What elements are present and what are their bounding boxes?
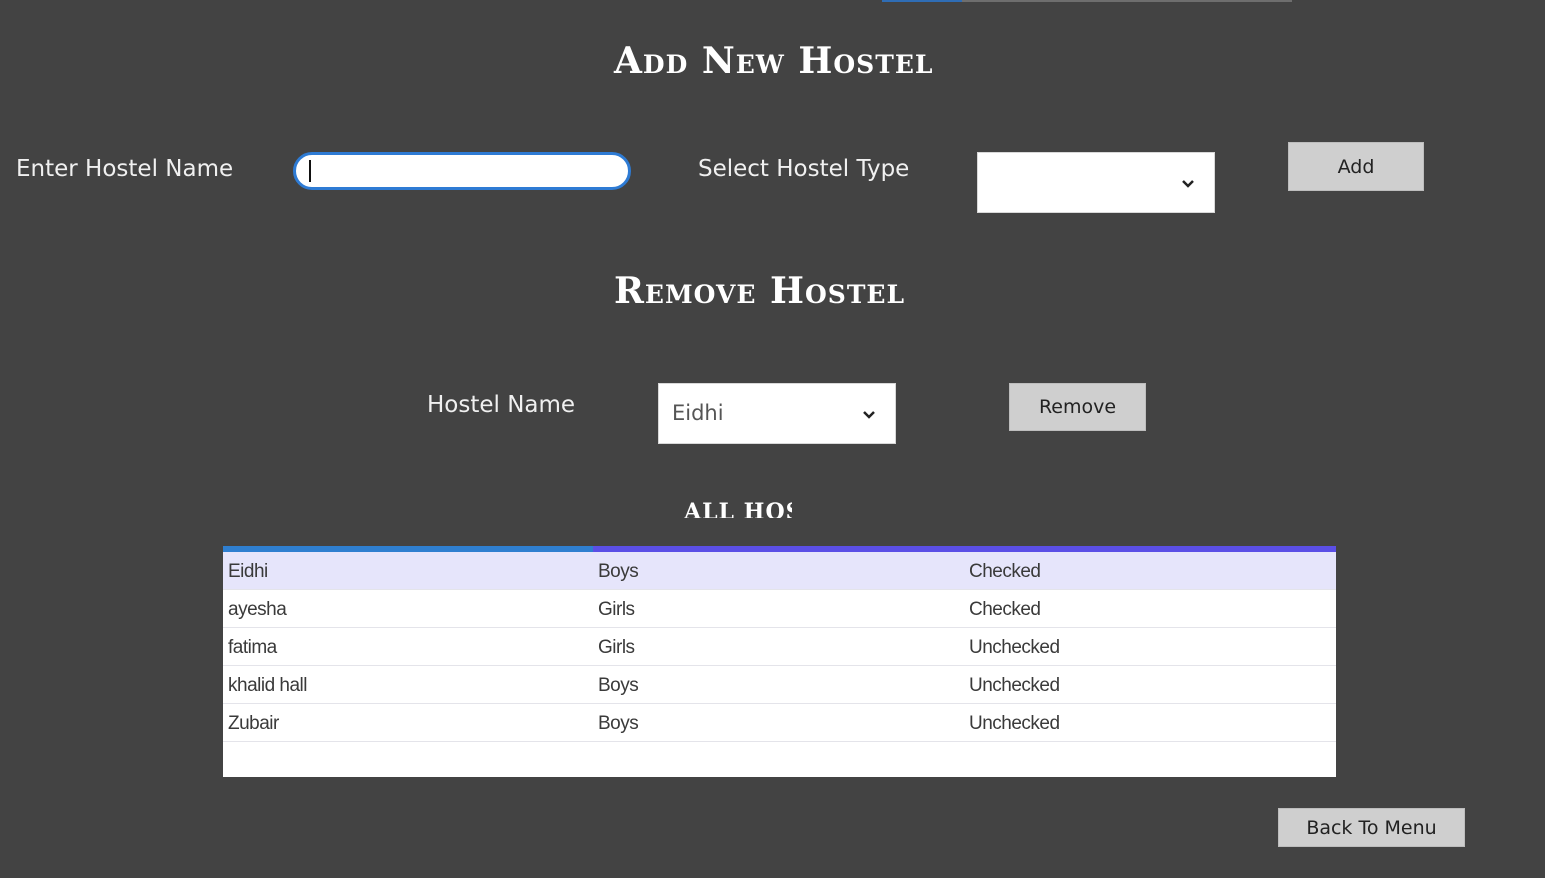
cell-type: Boys [598, 561, 639, 582]
cell-name: Zubair [228, 713, 279, 734]
remove-hostel-select[interactable]: Eidhi [658, 383, 896, 444]
text-caret [309, 160, 311, 182]
cell-name: Eidhi [228, 561, 268, 582]
chevron-down-icon [863, 411, 875, 419]
cell-type: Boys [598, 675, 639, 696]
remove-button[interactable]: Remove [1009, 383, 1146, 431]
cell-status: Checked [969, 561, 1041, 582]
table-row[interactable]: fatima Girls Unchecked [223, 628, 1336, 666]
cell-status: Unchecked [969, 713, 1060, 734]
hostels-table[interactable]: Eidhi Boys Checked ayesha Girls Checked … [223, 546, 1336, 777]
cell-name: fatima [228, 637, 277, 658]
cell-status: Unchecked [969, 675, 1060, 696]
cell-type: Girls [598, 599, 635, 620]
cell-type: Girls [598, 637, 635, 658]
add-button[interactable]: Add [1288, 142, 1424, 191]
chevron-down-icon [1182, 180, 1194, 188]
hostel-type-select[interactable] [977, 152, 1215, 213]
table-row[interactable]: khalid hall Boys Unchecked [223, 666, 1336, 704]
add-hostel-heading: Add New Hostel [614, 40, 934, 82]
back-to-menu-button[interactable]: Back To Menu [1278, 808, 1465, 847]
top-strip-accent [882, 0, 962, 2]
table-row[interactable]: Eidhi Boys Checked [223, 552, 1336, 590]
cell-status: Unchecked [969, 637, 1060, 658]
cell-name: ayesha [228, 599, 287, 620]
table-row[interactable]: Zubair Boys Unchecked [223, 704, 1336, 742]
remove-hostel-heading: Remove Hostel [614, 270, 906, 312]
hostel-name-label: Enter Hostel Name [16, 156, 234, 182]
table-row[interactable]: ayesha Girls Checked [223, 590, 1336, 628]
cell-name: khalid hall [228, 675, 308, 696]
all-hostels-heading: ALL HOST [684, 499, 792, 518]
remove-hostel-name-label: Hostel Name [427, 392, 576, 418]
top-strip [882, 0, 1292, 2]
all-hostels-heading-clip: ALL HOST [684, 496, 792, 518]
cell-status: Checked [969, 599, 1041, 620]
hostel-type-label: Select Hostel Type [698, 156, 910, 182]
cell-type: Boys [598, 713, 639, 734]
hostel-name-input[interactable] [293, 152, 631, 190]
remove-hostel-value: Eidhi [672, 401, 724, 425]
